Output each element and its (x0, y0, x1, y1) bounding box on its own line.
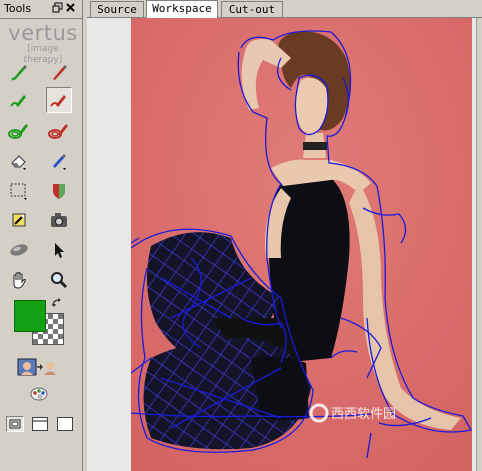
camera-icon (51, 213, 67, 227)
blue-brush-tool[interactable] (47, 149, 71, 173)
view-single-icon (9, 419, 21, 429)
restore-icon[interactable] (51, 2, 63, 14)
workspace-area: 西西软件园 (87, 18, 482, 471)
tools-panel-header: Tools (0, 0, 82, 19)
keep-edge-brush-icon (10, 95, 26, 107)
smudge-tool[interactable] (7, 238, 31, 262)
compare-icon (17, 358, 56, 376)
palette-icon (30, 387, 48, 401)
hand-tool[interactable] (7, 268, 31, 292)
remove-fill-tool[interactable] (47, 118, 71, 142)
vertical-scrollbar[interactable] (476, 18, 482, 471)
remove-edge-brush-icon (50, 95, 66, 107)
blue-brush-icon (53, 154, 66, 170)
swap-colors-icon[interactable] (51, 297, 63, 312)
tab-source[interactable]: Source (90, 1, 144, 17)
remove-edge-brush-tool[interactable] (46, 87, 72, 113)
watermark-text: 西西软件园 (331, 407, 396, 422)
view-full-icon (58, 418, 72, 430)
keep-fill-icon (8, 124, 28, 139)
eraser-icon (11, 155, 26, 170)
shield-icon (53, 184, 65, 199)
pointer-tool[interactable] (47, 238, 71, 262)
magic-wand-icon (12, 213, 26, 227)
remove-brush-tool[interactable] (47, 60, 71, 84)
selection-tool[interactable] (7, 179, 31, 203)
zoom-tool[interactable] (47, 268, 71, 292)
view-split-button[interactable] (32, 417, 48, 431)
magic-wand-tool[interactable] (7, 208, 31, 232)
document-tabs: Source Workspace Cut-out (87, 0, 482, 18)
palette-tool[interactable] (27, 382, 51, 406)
keep-brush-icon (11, 65, 27, 81)
view-split-icon (33, 420, 47, 422)
tab-workspace[interactable]: Workspace (146, 0, 218, 18)
keep-brush-tool[interactable] (7, 60, 31, 84)
smudge-icon (10, 244, 28, 256)
image-canvas[interactable]: 西西软件园 (131, 18, 472, 471)
keep-fill-tool[interactable] (7, 118, 31, 142)
camera-tool[interactable] (47, 208, 71, 232)
tools-panel: Tools vertus [image therapy] (0, 0, 83, 471)
selection-icon (10, 183, 27, 200)
hand-icon (13, 271, 27, 289)
shield-tool[interactable] (47, 179, 71, 203)
foreground-color-swatch[interactable] (14, 300, 46, 332)
tab-cut-out[interactable]: Cut-out (221, 1, 283, 17)
remove-fill-icon (48, 124, 68, 139)
view-single-button[interactable] (6, 416, 24, 432)
remove-brush-icon (53, 65, 67, 80)
tools-panel-title: Tools (4, 2, 32, 15)
pointer-icon (55, 243, 64, 258)
compare-tool[interactable] (16, 355, 60, 379)
brand-name: vertus (8, 21, 78, 45)
view-full-button[interactable] (57, 417, 73, 431)
keep-edge-brush-tool[interactable] (7, 88, 31, 112)
zoom-icon (51, 272, 68, 289)
eraser-tool[interactable] (7, 149, 31, 173)
close-icon[interactable] (64, 2, 76, 14)
